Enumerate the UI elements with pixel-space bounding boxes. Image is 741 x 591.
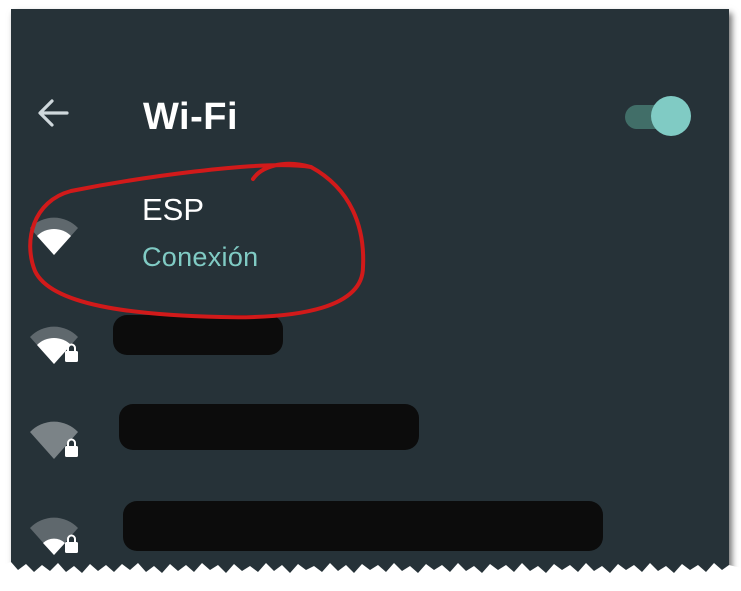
page-title: Wi-Fi — [143, 96, 239, 138]
wifi-signal-icon — [30, 217, 78, 255]
toggle-thumb — [651, 96, 691, 136]
wifi-signal-lock-icon — [30, 421, 78, 459]
wifi-signal-lock-icon — [30, 326, 78, 364]
redacted-network-name — [113, 315, 283, 355]
wifi-settings-screen: Wi-Fi ESP Conexión — [11, 9, 729, 574]
network-item-esp[interactable] — [11, 185, 729, 281]
torn-edge-decoration — [0, 562, 741, 591]
network-status: Conexión — [142, 242, 259, 272]
network-name: ESP — [142, 192, 205, 227]
redacted-network-name — [119, 404, 419, 450]
redacted-network-name — [123, 501, 603, 551]
wifi-toggle-switch[interactable] — [625, 95, 693, 136]
arrow-back-icon[interactable] — [33, 93, 73, 133]
